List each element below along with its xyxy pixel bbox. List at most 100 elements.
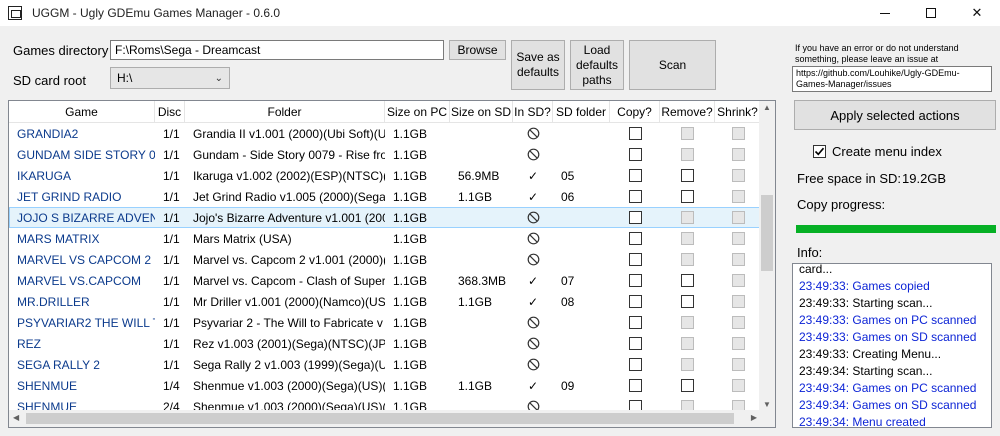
remove-checkbox[interactable] [681,190,694,203]
column-header[interactable]: Folder [185,101,385,123]
copy-cell[interactable] [610,186,660,207]
table-row[interactable]: GUNDAM SIDE STORY 0 1/1 Gundam - Side Stor… [9,144,761,165]
column-header[interactable]: SD folder [553,101,610,123]
copy-cell[interactable] [610,354,660,375]
save-as-defaults-button[interactable]: Save as defaults [511,40,565,90]
table-row[interactable]: REZ 1/1 Rez v1.003 (2001)(Sega)(NTSC)(JP)(… [9,333,761,354]
table-row[interactable]: JET GRIND RADIO 1/1 Jet Grind Radio v1.005… [9,186,761,207]
remove-cell[interactable] [660,291,715,312]
game-cell[interactable]: MARS MATRIX [9,228,155,249]
maximize-button[interactable] [908,0,954,26]
copy-checkbox[interactable] [628,169,642,182]
column-header[interactable]: Size on PC [385,101,450,123]
copy-checkbox[interactable] [628,148,642,161]
scroll-left-icon[interactable]: ◀ [13,413,19,422]
copy-checkbox[interactable] [628,295,642,308]
scan-button[interactable]: Scan [629,40,716,90]
remove-cell[interactable] [660,270,715,291]
copy-cell[interactable] [610,228,660,249]
vertical-scroll-thumb[interactable] [761,195,773,271]
copy-checkbox[interactable] [628,232,642,245]
close-button[interactable]: ✕ [954,0,1000,26]
checkbox-box[interactable] [813,145,826,158]
sd-card-root-select[interactable]: H:\ ⌄ [110,67,230,89]
column-header[interactable]: Disc [155,101,185,123]
horizontal-scroll-thumb[interactable] [26,413,734,424]
browse-button[interactable]: Browse [449,40,506,60]
apply-selected-actions-button[interactable]: Apply selected actions [794,100,996,130]
copy-cell[interactable] [610,375,660,396]
copy-checkbox[interactable] [628,358,642,371]
copy-cell[interactable] [610,312,660,333]
column-header[interactable]: Remove? [660,101,715,123]
issue-url-field[interactable]: https://github.com/Louhike/Ugly-GDEmu- G… [792,66,992,92]
folder-cell: Mars Matrix (USA) [193,231,292,246]
game-cell[interactable]: GUNDAM SIDE STORY 0 [9,144,155,165]
copy-cell[interactable] [610,249,660,270]
table-row[interactable]: IKARUGA 1/1 Ikaruga v1.002 (2002)(ESP)(NTS… [9,165,761,186]
no-icon [527,358,539,371]
game-cell[interactable]: JOJO S BIZARRE ADVENT [9,207,155,228]
game-cell[interactable]: SHENMUE [9,375,155,396]
game-cell[interactable]: SEGA RALLY 2 [9,354,155,375]
scroll-down-icon[interactable]: ▼ [763,400,771,409]
game-cell[interactable]: MARVEL VS CAPCOM 2 [9,249,155,270]
copy-cell[interactable] [610,144,660,165]
copy-cell[interactable] [610,333,660,354]
copy-checkbox[interactable] [628,274,642,287]
copy-cell[interactable] [610,165,660,186]
copy-checkbox[interactable] [628,316,642,329]
remove-cell[interactable] [660,165,715,186]
copy-cell[interactable] [610,291,660,312]
table-row[interactable]: GRANDIA2 1/1 Grandia II v1.001 (2000)(Ubi … [9,123,761,144]
remove-checkbox[interactable] [681,169,694,182]
vertical-scrollbar[interactable]: ▲ ▼ [759,101,775,411]
game-cell[interactable]: IKARUGA [9,165,155,186]
game-cell[interactable]: MR.DRILLER [9,291,155,312]
games-directory-input[interactable]: F:\Roms\Sega - Dreamcast [110,40,444,60]
game-cell[interactable]: MARVEL VS.CAPCOM [9,270,155,291]
column-header[interactable]: Shrink? [715,101,761,123]
table-row[interactable]: PSYVARIAR2 THE WILL T 1/1 Psyvariar 2 - Th… [9,312,761,333]
game-cell[interactable]: GRANDIA2 [9,123,155,144]
disc-cell: 1/1 [163,336,180,351]
create-menu-index-checkbox[interactable]: Create menu index [813,144,942,159]
column-header[interactable]: Copy? [610,101,660,123]
minimize-button[interactable] [862,0,908,26]
column-header[interactable]: Game [9,101,155,123]
remove-checkbox[interactable] [681,274,694,287]
game-cell[interactable]: PSYVARIAR2 THE WILL T [9,312,155,333]
games-grid[interactable]: Game Disc Folder Size on PC Size on SD In SD?… [8,100,776,428]
table-row[interactable]: MARVEL VS.CAPCOM 1/1 Marvel vs. Capcom - C… [9,270,761,291]
copy-cell[interactable] [610,270,660,291]
copy-checkbox[interactable] [628,127,642,140]
copy-cell[interactable] [610,207,660,228]
load-defaults-paths-button[interactable]: Load defaults paths [570,40,624,90]
column-header[interactable]: Size on SD [450,101,513,123]
remove-checkbox[interactable] [681,379,694,392]
remove-cell[interactable] [660,375,715,396]
copy-checkbox[interactable] [628,379,642,392]
table-row[interactable]: MARS MATRIX 1/1 Mars Matrix (USA) 1.1GB [9,228,761,249]
copy-checkbox[interactable] [628,190,642,203]
scroll-right-icon[interactable]: ▶ [751,413,757,422]
table-row[interactable]: SEGA RALLY 2 1/1 Sega Rally 2 v1.003 (1999… [9,354,761,375]
table-row[interactable]: MARVEL VS CAPCOM 2 1/1 Marvel vs. Capcom 2… [9,249,761,270]
copy-cell[interactable] [610,123,660,144]
game-cell[interactable]: JET GRIND RADIO [9,186,155,207]
size-on-pc-cell: 1.1GB [393,336,428,351]
copy-checkbox[interactable] [628,253,642,266]
copy-checkbox[interactable] [628,211,642,224]
remove-cell[interactable] [660,186,715,207]
remove-checkbox[interactable] [681,295,694,308]
table-row[interactable]: JOJO S BIZARRE ADVENT 1/1 Jojo's Bizarre A… [9,207,761,228]
copy-checkbox[interactable] [628,337,642,350]
game-cell[interactable]: REZ [9,333,155,354]
info-log[interactable]: card... 23:49:33: Games copied 23:49:33: S… [792,263,992,428]
horizontal-scrollbar[interactable]: ◀ ▶ [9,410,761,427]
scroll-up-icon[interactable]: ▲ [763,103,771,112]
in-sd-cell: ✓ [513,165,553,186]
table-row[interactable]: MR.DRILLER 1/1 Mr Driller v1.001 (2000)(Na… [9,291,761,312]
column-header[interactable]: In SD? [513,101,553,123]
table-row[interactable]: SHENMUE 1/4 Shenmue v1.003 (2000)(Sega)(US… [9,375,761,396]
